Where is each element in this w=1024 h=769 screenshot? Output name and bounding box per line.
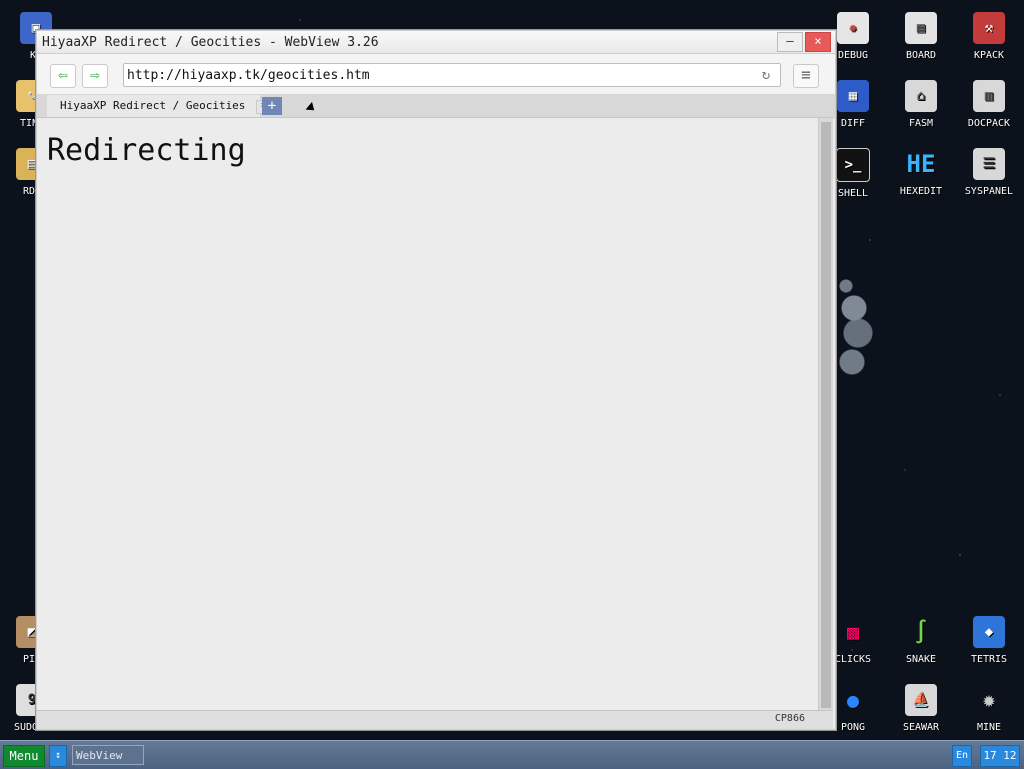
window-titlebar[interactable]: HiyaaXP Redirect / Geocities - WebView 3…	[37, 31, 835, 54]
desktop-icon-fasm[interactable]: ⌂ FASM	[889, 76, 953, 140]
desktop-icon-hexedit[interactable]: HE HEXEDIT	[889, 144, 953, 208]
blocks-icon: ▩	[846, 620, 860, 644]
desktop-icon-mine[interactable]: ✹ MINE	[957, 680, 1021, 744]
new-tab-button[interactable]: +	[262, 97, 282, 115]
tab-label: HiyaaXP Redirect / Geocities	[60, 99, 246, 112]
fasm-icon: ⌂	[905, 80, 937, 112]
desktop-icon-board[interactable]: ▤ BOARD	[889, 8, 953, 72]
desktop-icon-label: HEXEDIT	[899, 186, 943, 197]
back-button[interactable]: ⇦	[50, 64, 76, 88]
window-title: HiyaaXP Redirect / Geocities - WebView 3…	[42, 35, 379, 50]
desktop-icon-label: MINE	[976, 722, 1002, 733]
browser-toolbar: ⇦ ⇨ http://hiyaaxp.tk/geocities.htm ↻ ≡	[37, 54, 835, 95]
forward-arrow-icon: ⇨	[90, 65, 100, 84]
desktop-icon-label: BOARD	[905, 50, 937, 61]
minimize-button[interactable]: –	[777, 32, 803, 52]
snake-icon: ∫	[914, 619, 928, 645]
webview-window: HiyaaXP Redirect / Geocities - WebView 3…	[36, 30, 836, 730]
scrollbar-thumb[interactable]	[821, 122, 831, 708]
desktop-icon-seawar[interactable]: ⛵ SEAWAR	[889, 680, 953, 744]
tab-strip: HiyaaXP Redirect / Geocities × +	[37, 95, 835, 118]
tab-current[interactable]: HiyaaXP Redirect / Geocities ×	[47, 95, 270, 117]
desktop-icon-docpack[interactable]: ▥ DOCPACK	[957, 76, 1021, 140]
taskbar: Menu ↕ WebView En 17 12	[0, 740, 1024, 769]
pong-icon: ●	[846, 688, 860, 712]
desktop-icon-label: SYSPANEL	[964, 186, 1014, 197]
clipboard-icon: ▤	[905, 12, 937, 44]
mine-icon: ✹	[982, 687, 996, 713]
desktop-icon-kpack[interactable]: ⚒ KPACK	[957, 8, 1021, 72]
cabinet-icon: ▥	[973, 80, 1005, 112]
hex-editor-icon: HE	[906, 150, 936, 178]
language-indicator[interactable]: En	[952, 745, 972, 767]
terminal-icon: >_	[836, 148, 870, 182]
desktop-icon-label: KPACK	[973, 50, 1005, 61]
encoding-indicator: CP866	[774, 713, 805, 724]
hammer-icon: ⚒	[973, 12, 1005, 44]
page-content: Redirecting	[37, 118, 817, 710]
desktop-icon-syspanel[interactable]: ☰ SYSPANEL	[957, 144, 1021, 208]
bug-icon: ✹	[837, 12, 869, 44]
forward-button[interactable]: ⇨	[82, 64, 108, 88]
status-bar: CP866	[37, 710, 833, 729]
desktop-icon-label: SEAWAR	[902, 722, 940, 733]
desktop-icon-label: SNAKE	[905, 654, 937, 665]
battleship-icon: ⛵	[905, 684, 937, 716]
desktop-icon-label: TETRIS	[970, 654, 1008, 665]
clock: 17 12	[980, 745, 1020, 767]
taskbar-switch-button[interactable]: ↕	[49, 745, 67, 767]
address-bar[interactable]: http://hiyaaxp.tk/geocities.htm ↻	[123, 63, 781, 87]
diff-icon: ▦	[837, 80, 869, 112]
start-menu-button[interactable]: Menu	[3, 745, 45, 767]
desktop-icon-tetris[interactable]: ◆ TETRIS	[957, 612, 1021, 676]
close-button[interactable]: ×	[805, 32, 831, 52]
taskbar-window-webview[interactable]: WebView	[72, 745, 144, 765]
desktop-icon-snake[interactable]: ∫ SNAKE	[889, 612, 953, 676]
browser-menu-button[interactable]: ≡	[793, 64, 819, 88]
desktop-icon-label: FASM	[908, 118, 934, 129]
hamburger-menu-icon: ≡	[801, 65, 811, 84]
desktop-cloud-decoration	[836, 278, 876, 384]
address-text: http://hiyaaxp.tk/geocities.htm	[127, 68, 370, 83]
vertical-scrollbar[interactable]	[818, 118, 833, 710]
settings-panel-icon: ☰	[973, 148, 1005, 180]
tetris-icon: ◆	[973, 616, 1005, 648]
refresh-icon[interactable]: ↻	[758, 67, 774, 83]
back-arrow-icon: ⇦	[58, 65, 68, 84]
desktop-icon-label: DOCPACK	[967, 118, 1011, 129]
page-heading: Redirecting	[47, 133, 246, 168]
